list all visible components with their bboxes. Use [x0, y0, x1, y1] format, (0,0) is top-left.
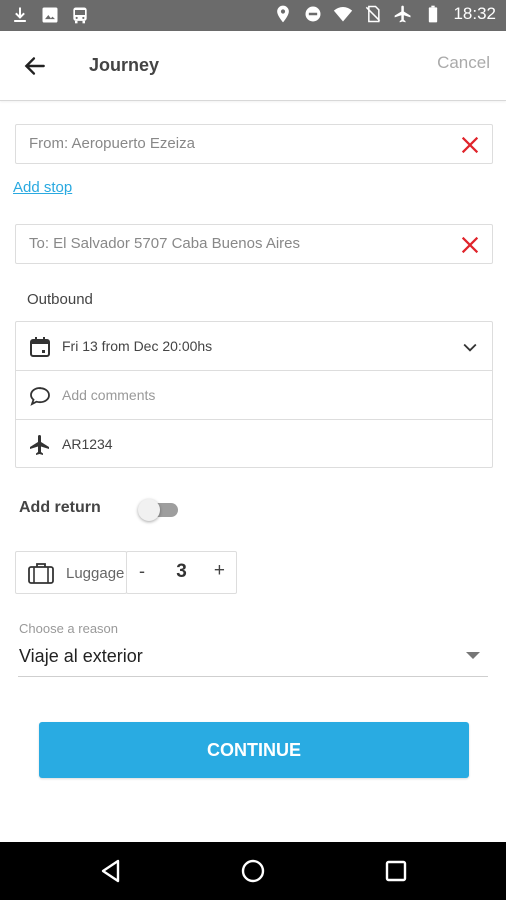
back-triangle-icon[interactable] [98, 858, 124, 884]
do-not-disturb-icon [305, 6, 321, 22]
increment-button[interactable]: + [214, 560, 225, 582]
outbound-group: Fri 13 from Dec 20:00hs Add comments AR1… [15, 321, 493, 468]
reason-caption: Choose a reason [19, 621, 119, 636]
bus-icon [73, 7, 87, 24]
outbound-date-row[interactable]: Fri 13 from Dec 20:00hs [16, 322, 492, 371]
add-return-label: Add return [19, 499, 101, 516]
luggage-box: Luggage [15, 551, 127, 594]
reason-select[interactable]: Viaje al exterior [18, 640, 488, 677]
wifi-icon [334, 7, 353, 22]
status-time: 18:32 [453, 4, 496, 23]
outbound-date: Fri 13 from Dec 20:00hs [62, 338, 213, 354]
chevron-down-icon[interactable] [460, 337, 480, 357]
location-icon [277, 5, 290, 23]
airplane-mode-icon [395, 5, 411, 23]
cancel-button[interactable]: Cancel [437, 53, 490, 73]
from-field-value: From: Aeropuerto Ezeiza [29, 135, 195, 152]
status-bar: 18:32 [0, 0, 506, 31]
from-field[interactable]: From: Aeropuerto Ezeiza [15, 124, 493, 164]
continue-button[interactable]: CONTINUE [39, 722, 469, 778]
image-icon [42, 7, 58, 23]
reason-selected-value: Viaje al exterior [19, 646, 143, 666]
outbound-label: Outbound [27, 291, 93, 308]
luggage-label: Luggage [66, 565, 125, 582]
back-arrow-icon[interactable] [22, 53, 48, 79]
dropdown-arrow-icon [466, 652, 480, 659]
navigation-bar [0, 842, 506, 900]
add-stop-link[interactable]: Add stop [13, 179, 72, 196]
comments-row[interactable]: Add comments [16, 371, 492, 420]
comment-icon [30, 387, 50, 406]
battery-icon [429, 5, 438, 23]
recents-square-icon[interactable] [383, 858, 409, 884]
comments-placeholder: Add comments [62, 387, 156, 403]
clear-from-icon[interactable] [459, 134, 481, 156]
luggage-icon [28, 563, 54, 584]
airplane-icon [30, 435, 49, 455]
calendar-icon [30, 337, 50, 357]
to-field[interactable]: To: El Salvador 5707 Caba Buenos Aires [15, 224, 493, 264]
luggage-stepper: - 3 + [126, 551, 237, 594]
home-circle-icon[interactable] [240, 858, 266, 884]
clear-to-icon[interactable] [459, 234, 481, 256]
add-return-toggle[interactable] [138, 499, 178, 521]
app-header: Journey Cancel [0, 31, 506, 101]
download-icon [14, 7, 26, 22]
flight-row[interactable]: AR1234 [16, 420, 492, 469]
toggle-knob [138, 499, 160, 521]
page-title: Journey [89, 55, 160, 75]
no-sim-icon [366, 5, 381, 23]
flight-number: AR1234 [62, 436, 113, 452]
to-field-value: To: El Salvador 5707 Caba Buenos Aires [29, 235, 301, 252]
